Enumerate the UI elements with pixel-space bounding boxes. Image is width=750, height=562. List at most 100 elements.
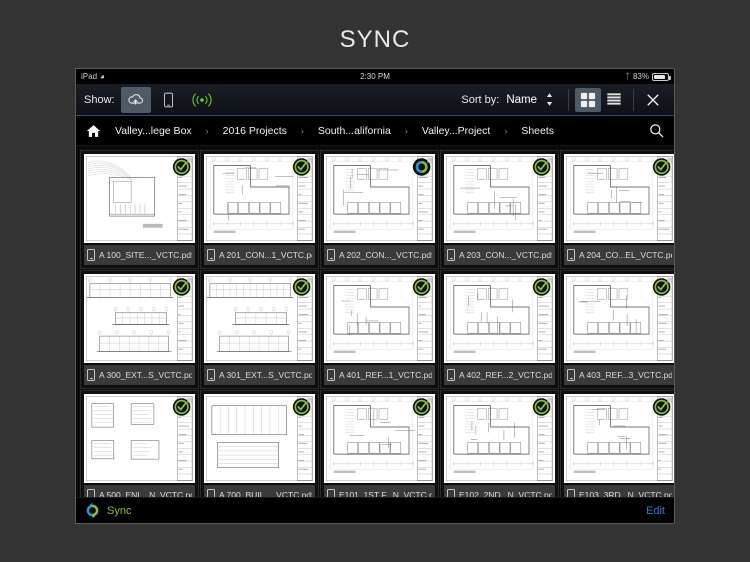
breadcrumb-separator: › xyxy=(504,125,508,136)
file-tile[interactable]: A 202_CON..._VCTC.pdf xyxy=(320,150,439,269)
file-name-label: A 301_EXT...S_VCTC.pdf xyxy=(219,370,312,381)
file-caption: E103_3RD...N_VCTC.pdf xyxy=(564,485,674,497)
battery-percent-label: 83% xyxy=(632,72,649,81)
file-thumbnail[interactable] xyxy=(564,154,674,244)
breadcrumb-item-4[interactable]: Sheets xyxy=(521,125,554,137)
file-tile[interactable]: A 700_BUIL..._VCTC.pdf xyxy=(200,390,319,497)
file-caption: A 500_ENL...N_VCTC.pdf xyxy=(84,485,195,497)
sort-order-stepper[interactable] xyxy=(545,92,554,107)
device-icon xyxy=(87,249,95,262)
edit-button[interactable]: Edit xyxy=(646,505,665,517)
sync-status-badge[interactable] xyxy=(292,276,313,297)
sync-status-badge[interactable] xyxy=(532,276,553,297)
file-thumbnail[interactable] xyxy=(204,154,315,244)
sync-status-badge[interactable] xyxy=(412,396,433,417)
list-view-button[interactable] xyxy=(601,88,627,112)
file-caption: A 300_EXT...S_VCTC.pdf xyxy=(84,365,195,385)
file-thumbnail[interactable] xyxy=(84,274,195,364)
device-icon xyxy=(567,489,575,497)
file-tile[interactable]: A 402_REF...2_VCTC.pdf xyxy=(440,270,559,389)
breadcrumb-item-1[interactable]: 2016 Projects xyxy=(223,125,287,137)
file-tile[interactable]: A 301_EXT...S_VCTC.pdf xyxy=(200,270,319,389)
file-tile[interactable]: A 201_CON...1_VCTC.pdf xyxy=(200,150,319,269)
sync-in-progress-badge-icon xyxy=(412,158,432,176)
breadcrumb-item-2[interactable]: South...alifornia xyxy=(318,125,391,137)
device-icon xyxy=(327,369,335,382)
show-filter-broadcast-button[interactable] xyxy=(187,87,217,113)
file-name-label: E101_1ST F...N_VCTC.pdf xyxy=(339,490,432,497)
device-icon xyxy=(207,369,215,382)
sync-status-badge[interactable] xyxy=(412,276,433,297)
grid-view-icon xyxy=(580,92,596,107)
file-tile[interactable]: E103_3RD...N_VCTC.pdf xyxy=(560,390,674,497)
battery-icon xyxy=(652,72,671,81)
file-name-label: A 202_CON..._VCTC.pdf xyxy=(339,250,432,261)
search-icon[interactable] xyxy=(649,123,664,138)
close-button[interactable] xyxy=(640,88,666,112)
device-icon xyxy=(327,249,335,262)
sync-status-badge[interactable] xyxy=(172,276,193,297)
file-thumbnail[interactable] xyxy=(204,274,315,364)
file-thumbnail[interactable] xyxy=(84,154,195,244)
sync-status-badge[interactable] xyxy=(652,396,673,417)
sync-complete-badge-icon xyxy=(412,278,432,296)
grid-view-button[interactable] xyxy=(575,87,601,112)
file-thumbnail[interactable] xyxy=(564,394,674,484)
breadcrumb-item-3[interactable]: Valley...Project xyxy=(422,125,490,137)
file-thumbnail[interactable] xyxy=(324,274,435,364)
show-filter-device-button[interactable] xyxy=(154,87,184,113)
file-caption: A 301_EXT...S_VCTC.pdf xyxy=(204,365,315,385)
device-icon xyxy=(207,489,215,497)
file-name-label: A 401_REF...1_VCTC.pdf xyxy=(339,370,432,381)
sort-by-value[interactable]: Name xyxy=(506,94,537,106)
list-view-icon xyxy=(607,92,621,105)
sync-status-badge[interactable] xyxy=(652,276,673,297)
file-thumbnail[interactable] xyxy=(324,394,435,484)
sync-status-badge[interactable] xyxy=(172,156,193,177)
file-tile[interactable]: E101_1ST F...N_VCTC.pdf xyxy=(320,390,439,497)
file-tile[interactable]: A 300_EXT...S_VCTC.pdf xyxy=(80,270,199,389)
file-caption: A 401_REF...1_VCTC.pdf xyxy=(324,365,435,385)
home-icon[interactable] xyxy=(86,124,101,138)
device-icon xyxy=(447,369,455,382)
file-caption: A 202_CON..._VCTC.pdf xyxy=(324,245,435,265)
sync-status-badge[interactable] xyxy=(652,156,673,177)
sync-complete-badge-icon xyxy=(172,158,192,176)
sync-status-badge[interactable] xyxy=(172,396,193,417)
stepper-updown-icon xyxy=(546,93,553,106)
sync-status-badge[interactable] xyxy=(532,396,553,417)
sync-complete-badge-icon xyxy=(172,398,192,416)
sync-status-badge[interactable] xyxy=(532,156,553,177)
device-icon xyxy=(87,489,95,497)
file-tile[interactable]: E102_2ND...N_VCTC.pdf xyxy=(440,390,559,497)
device-icon xyxy=(164,92,174,107)
close-icon xyxy=(647,93,659,106)
file-thumbnail[interactable] xyxy=(324,154,435,244)
file-thumbnail[interactable] xyxy=(564,274,674,364)
device-icon xyxy=(87,369,95,382)
file-thumbnail[interactable] xyxy=(444,394,555,484)
sync-status-badge[interactable] xyxy=(412,156,433,177)
sync-circular-arrow-icon[interactable] xyxy=(85,503,100,518)
sync-complete-badge-icon xyxy=(652,278,672,296)
file-thumbnail[interactable] xyxy=(84,394,195,484)
file-tile[interactable]: A 403_REF...3_VCTC.pdf xyxy=(560,270,674,389)
file-name-label: A 204_CO...EL_VCTC.pdf xyxy=(579,250,672,261)
file-tile[interactable]: A 203_CON..._VCTC.pdf xyxy=(440,150,559,269)
file-thumbnail[interactable] xyxy=(204,394,315,484)
sync-status-badge[interactable] xyxy=(292,396,313,417)
file-thumbnail[interactable] xyxy=(444,274,555,364)
file-tile[interactable]: A 100_SITE..._VCTC.pdf xyxy=(80,150,199,269)
file-thumbnail[interactable] xyxy=(444,154,555,244)
sync-complete-badge-icon xyxy=(292,158,312,176)
file-caption: A 403_REF...3_VCTC.pdf xyxy=(564,365,674,385)
sync-status-badge[interactable] xyxy=(292,156,313,177)
file-grid-scroll-area[interactable]: A 100_SITE..._VCTC.pdf A 201_CON...1_VCT… xyxy=(76,146,674,497)
show-filter-cloud-button[interactable] xyxy=(120,86,151,113)
breadcrumb-item-0[interactable]: Valley...lege Box xyxy=(115,125,192,137)
file-tile[interactable]: A 500_ENL...N_VCTC.pdf xyxy=(80,390,199,497)
cloud-upload-icon xyxy=(128,94,144,105)
file-tile[interactable]: A 204_CO...EL_VCTC.pdf xyxy=(560,150,674,269)
file-tile[interactable]: A 401_REF...1_VCTC.pdf xyxy=(320,270,439,389)
device-icon xyxy=(447,249,455,262)
